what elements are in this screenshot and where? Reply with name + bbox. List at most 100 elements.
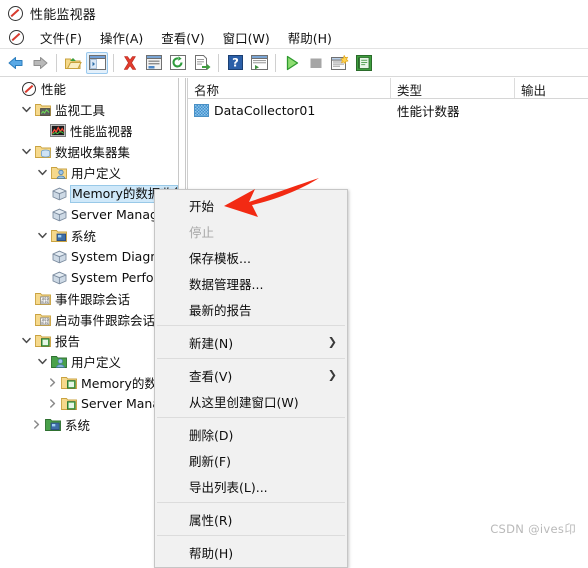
tree-item-label: 用户定义: [71, 166, 122, 181]
folder-report-icon: [60, 375, 78, 391]
tree-item-data-collector-sets[interactable]: 数据收集器集: [0, 141, 178, 162]
tree-item-server-manager-collector-set[interactable]: Server Manager Performance Monitor: [0, 204, 178, 225]
data-collector-icon: [194, 103, 209, 117]
tree-item-label: 性能: [41, 82, 67, 97]
tree-item-event-trace-sessions[interactable]: 1010 0101 事件跟踪会话: [0, 288, 178, 309]
tree-item-report-memory[interactable]: Memory的数据收集器集: [0, 372, 178, 393]
menu-item-start[interactable]: 开始: [155, 192, 347, 218]
chevron-right-icon[interactable]: [44, 375, 60, 391]
toolbar-separator: [218, 53, 219, 72]
menu-item-label: 查看(V): [189, 368, 233, 384]
window-title: 性能监视器: [30, 7, 97, 23]
tree-item-label: 用户定义: [71, 355, 122, 370]
help-icon[interactable]: ?: [224, 52, 246, 74]
folder-user-report-icon: [50, 354, 68, 370]
tree-item-system-diagnostics[interactable]: System Diagnostics: [0, 246, 178, 267]
back-icon[interactable]: [5, 52, 27, 74]
report-icon[interactable]: [353, 52, 375, 74]
menu-action[interactable]: 操作(A): [98, 27, 145, 48]
folder-report-icon: [34, 333, 52, 349]
menu-view[interactable]: 查看(V): [159, 27, 206, 48]
menu-item-label: 数据管理器...: [189, 276, 264, 292]
tree-item-label: 系统: [71, 229, 97, 244]
tree-item-performance-monitor[interactable]: 性能监视器: [0, 120, 178, 141]
new-data-collector-set-icon[interactable]: [329, 52, 351, 74]
menu-item-data-manager[interactable]: 数据管理器...: [155, 270, 347, 296]
chevron-down-icon[interactable]: [34, 165, 50, 181]
delete-icon[interactable]: [119, 52, 141, 74]
menu-item-label: 帮助(H): [189, 545, 234, 561]
menu-item-new[interactable]: 新建(N) ❯: [155, 329, 347, 355]
menu-separator: [157, 417, 345, 418]
tree-item-system[interactable]: 系统: [0, 225, 178, 246]
start-icon[interactable]: [281, 52, 303, 74]
menu-item-view[interactable]: 查看(V) ❯: [155, 362, 347, 388]
menu-separator: [157, 502, 345, 503]
context-menu[interactable]: 开始 停止 保存模板... 数据管理器... 最新的报告 新建(N) ❯ 查看(…: [154, 189, 348, 568]
menu-item-label: 保存模板...: [189, 250, 251, 266]
cell-type: 性能计数器: [397, 103, 460, 119]
properties-icon[interactable]: [143, 52, 165, 74]
new-window-icon[interactable]: [248, 52, 270, 74]
menu-file[interactable]: 文件(F): [38, 27, 84, 48]
show-console-tree-icon[interactable]: [86, 51, 108, 74]
menu-item-label: 最新的报告: [189, 302, 252, 318]
chevron-right-icon: ❯: [327, 368, 337, 382]
mmc-console-icon: [20, 81, 38, 97]
chevron-down-icon[interactable]: [34, 354, 50, 370]
tree-item-performance[interactable]: 性能: [0, 78, 178, 99]
cell-name-text: DataCollector01: [214, 102, 316, 118]
chevron-down-icon[interactable]: [18, 102, 34, 118]
chevron-down-icon[interactable]: [34, 228, 50, 244]
mmc-console-icon: [9, 29, 24, 45]
table-row[interactable]: DataCollector01 性能计数器: [188, 99, 588, 121]
column-header-output[interactable]: 输出: [515, 78, 588, 98]
menu-separator: [157, 535, 345, 536]
cell-name: DataCollector01: [188, 103, 391, 118]
chevron-down-icon[interactable]: [18, 144, 34, 160]
menu-item-label: 刷新(F): [189, 453, 231, 469]
folder-user-icon: [50, 165, 68, 181]
console-tree[interactable]: 性能 监视工具 性能监视器 数据收集器集 用户定义 Memory的数据 Serv…: [0, 78, 178, 543]
menu-item-stop: 停止: [155, 218, 347, 244]
tree-item-startup-event-trace-sessions[interactable]: 1010 0101 启动事件跟踪会话: [0, 309, 178, 330]
menu-item-refresh[interactable]: 刷新(F): [155, 447, 347, 473]
list-header: 名称 类型 输出: [188, 78, 588, 99]
menu-separator: [157, 358, 345, 359]
tree-item-reports[interactable]: 报告: [0, 330, 178, 351]
menu-separator: [157, 325, 345, 326]
menu-item-new-window-from-here[interactable]: 从这里创建窗口(W): [155, 388, 347, 414]
tree-item-report-system[interactable]: 系统: [0, 414, 178, 435]
tree-item-system-performance[interactable]: System Performance: [0, 267, 178, 288]
collector-set-icon: [50, 249, 68, 265]
folder-monitor-icon: [34, 102, 52, 118]
refresh-icon[interactable]: [167, 52, 189, 74]
column-header-type[interactable]: 类型: [391, 78, 515, 98]
column-header-name[interactable]: 名称: [188, 78, 391, 98]
menu-item-export-list[interactable]: 导出列表(L)...: [155, 473, 347, 499]
tree-item-reports-user-defined[interactable]: 用户定义: [0, 351, 178, 372]
tree-item-report-server-manager[interactable]: Server Manager Performance Monitor: [0, 393, 178, 414]
chevron-down-icon[interactable]: [18, 333, 34, 349]
tree-item-user-defined[interactable]: 用户定义: [0, 162, 178, 183]
chevron-right-icon[interactable]: [44, 396, 60, 412]
menu-window[interactable]: 窗口(W): [221, 27, 272, 48]
menu-item-label: 删除(D): [189, 427, 234, 443]
menu-item-save-template[interactable]: 保存模板...: [155, 244, 347, 270]
menu-item-latest-report[interactable]: 最新的报告: [155, 296, 347, 322]
menu-bar: 文件(F) 操作(A) 查看(V) 窗口(W) 帮助(H): [0, 26, 588, 49]
export-list-icon[interactable]: [191, 52, 213, 74]
tree-item-memory-collector-set[interactable]: Memory的数据收集器集: [0, 183, 178, 204]
menu-item-delete[interactable]: 删除(D): [155, 421, 347, 447]
collector-set-icon: [50, 270, 68, 286]
chevron-right-icon[interactable]: [28, 417, 44, 433]
tree-item-monitoring-tools[interactable]: 监视工具: [0, 99, 178, 120]
menu-item-label: 新建(N): [189, 335, 234, 351]
menu-item-label: 从这里创建窗口(W): [189, 394, 299, 410]
tree-item-label: 性能监视器: [70, 124, 133, 139]
up-folder-icon[interactable]: [62, 52, 84, 74]
forward-icon[interactable]: [29, 52, 51, 74]
menu-item-properties[interactable]: 属性(R): [155, 506, 347, 532]
stop-icon[interactable]: [305, 52, 327, 74]
menu-help[interactable]: 帮助(H): [286, 27, 334, 48]
